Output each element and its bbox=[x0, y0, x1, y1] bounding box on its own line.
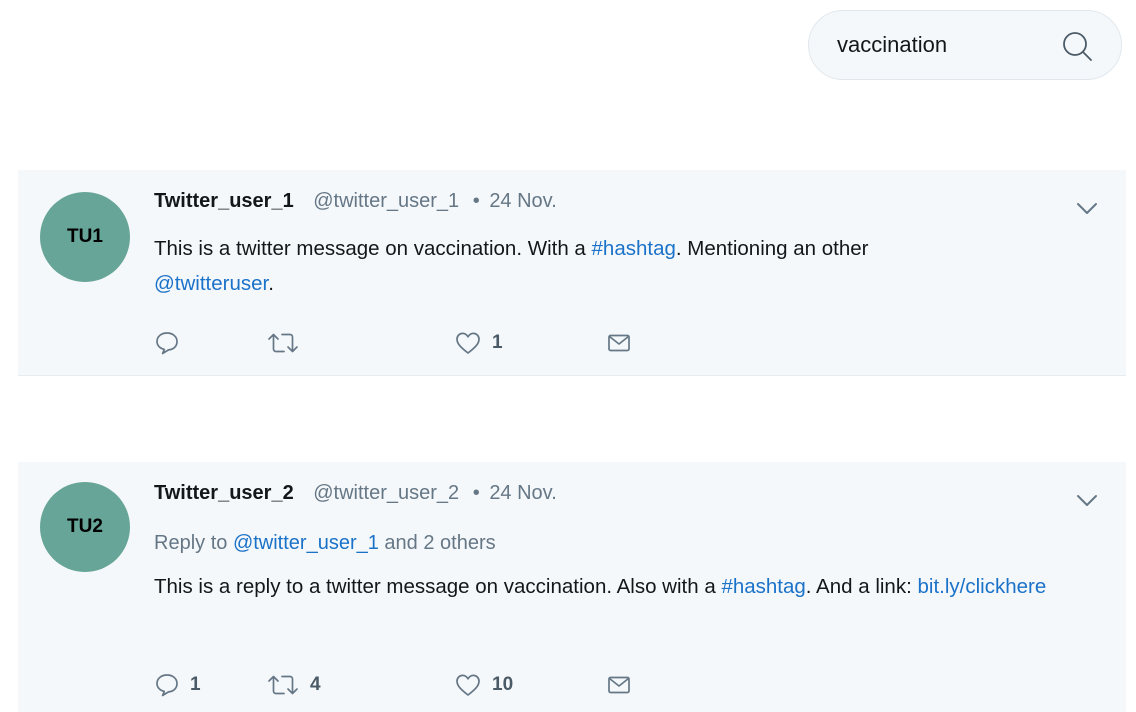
retweet-icon bbox=[266, 672, 300, 698]
like-count: 1 bbox=[492, 332, 503, 353]
like-button[interactable]: 10 bbox=[454, 670, 513, 700]
url-link[interactable]: bit.ly/clickhere bbox=[917, 575, 1046, 598]
avatar[interactable]: TU1 bbox=[40, 192, 130, 282]
display-name[interactable]: Twitter_user_2 bbox=[154, 482, 294, 504]
avatar[interactable]: TU2 bbox=[40, 482, 130, 572]
tweet-text: This is a twitter message on vaccination… bbox=[154, 231, 1054, 301]
mention-link[interactable]: @twitteruser bbox=[154, 272, 268, 295]
tweet[interactable]: TU2 Twitter_user_2 @twitter_user_2 • 24 … bbox=[18, 462, 1126, 712]
chevron-down-icon[interactable] bbox=[1076, 202, 1098, 216]
display-name[interactable]: Twitter_user_1 bbox=[154, 190, 294, 212]
heart-icon bbox=[454, 672, 482, 698]
tweet[interactable]: TU1 Twitter_user_1 @twitter_user_1 • 24 … bbox=[18, 170, 1126, 376]
reply-to-line: Reply to @twitter_user_1 and 2 others bbox=[154, 532, 496, 555]
tweet-date[interactable]: 24 Nov. bbox=[489, 190, 556, 212]
search-input[interactable] bbox=[809, 11, 1077, 79]
tweet-header: Twitter_user_2 @twitter_user_2 • 24 Nov. bbox=[154, 482, 557, 505]
hashtag-link[interactable]: #hashtag bbox=[592, 237, 676, 260]
tweet-date[interactable]: 24 Nov. bbox=[489, 482, 556, 504]
tweet-text-part: . And a link: bbox=[805, 575, 918, 598]
tweet-actions: 1 4 10 bbox=[154, 670, 674, 700]
chevron-down-icon[interactable] bbox=[1076, 494, 1098, 508]
envelope-icon bbox=[606, 672, 632, 698]
reply-count: 1 bbox=[190, 674, 201, 695]
envelope-icon bbox=[606, 330, 632, 356]
reply-icon bbox=[154, 672, 180, 698]
reply-to-prefix: Reply to bbox=[154, 532, 233, 554]
retweet-icon bbox=[266, 330, 300, 356]
user-handle[interactable]: @twitter_user_2 bbox=[313, 482, 459, 504]
like-count: 10 bbox=[492, 674, 514, 695]
tweet-text-part: This is a twitter message on vaccination… bbox=[154, 237, 592, 260]
search-box[interactable] bbox=[808, 10, 1122, 80]
tweet-text-part: This is a reply to a twitter message on … bbox=[154, 575, 722, 598]
user-handle[interactable]: @twitter_user_1 bbox=[313, 190, 459, 212]
tweet-actions: 1 bbox=[154, 328, 674, 358]
reply-button[interactable]: 1 bbox=[154, 670, 201, 700]
tweet-header: Twitter_user_1 @twitter_user_1 • 24 Nov. bbox=[154, 190, 557, 213]
retweet-button[interactable]: 4 bbox=[266, 670, 321, 700]
tweet-text-part: . Mentioning an other bbox=[675, 237, 869, 260]
tweet-text: This is a reply to a twitter message on … bbox=[154, 569, 1054, 604]
separator-dot: • bbox=[472, 482, 480, 504]
retweet-button[interactable] bbox=[266, 328, 310, 358]
reply-icon bbox=[154, 330, 180, 356]
direct-message-button[interactable] bbox=[606, 328, 632, 358]
retweet-count: 4 bbox=[310, 674, 321, 695]
like-button[interactable]: 1 bbox=[454, 328, 503, 358]
heart-icon bbox=[454, 330, 482, 356]
separator-dot: • bbox=[472, 190, 480, 212]
tweet-text-part: . bbox=[268, 272, 274, 295]
direct-message-button[interactable] bbox=[606, 670, 632, 700]
reply-to-suffix[interactable]: and 2 others bbox=[379, 532, 495, 554]
mention-link[interactable]: @twitter_user_1 bbox=[233, 532, 379, 554]
hashtag-link[interactable]: #hashtag bbox=[721, 575, 805, 598]
search-icon[interactable] bbox=[1059, 28, 1095, 64]
reply-button[interactable] bbox=[154, 328, 190, 358]
